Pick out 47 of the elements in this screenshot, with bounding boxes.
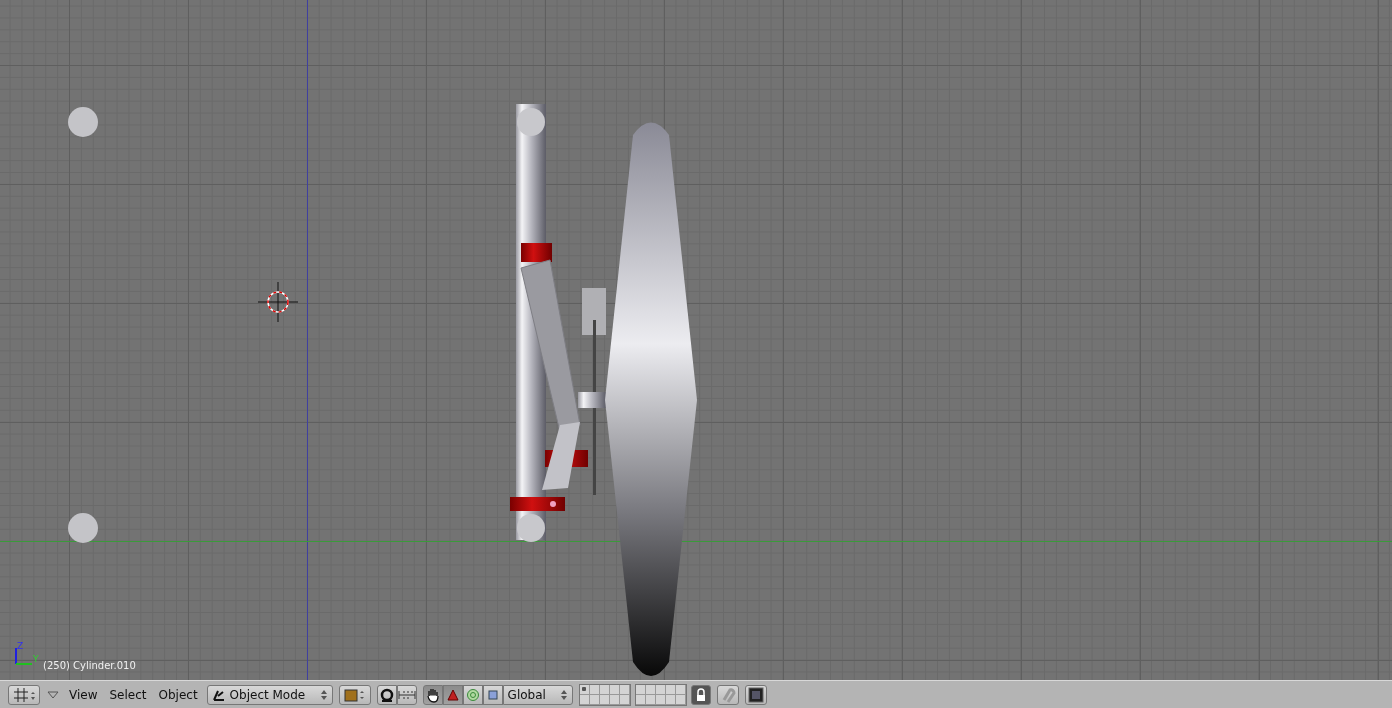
lock-icon: [694, 687, 707, 702]
object-info-text: (250) Cylinder.010: [43, 660, 136, 671]
collapse-triangle-icon[interactable]: [46, 689, 60, 700]
triangle-icon: [445, 687, 460, 702]
layer-button[interactable]: [655, 684, 666, 695]
rotate-toggle[interactable]: [462, 684, 483, 705]
updown-icon: [319, 688, 328, 701]
lamp-marker: [68, 107, 98, 137]
layer-button[interactable]: [599, 684, 610, 695]
menu-item[interactable]: View: [66, 687, 101, 702]
pivot-button[interactable]: [376, 684, 397, 705]
cursor-icon: [257, 281, 299, 323]
editor-type-button[interactable]: [8, 684, 40, 705]
layer-button[interactable]: [589, 684, 600, 695]
layer-button[interactable]: [675, 684, 686, 695]
menu-item[interactable]: Object: [155, 687, 201, 702]
square-icon: [487, 689, 498, 700]
layer-button[interactable]: [579, 684, 590, 695]
updown-icon: [559, 688, 568, 701]
hand-icon: [424, 686, 441, 703]
menu-item[interactable]: Select: [106, 687, 150, 702]
layer-button[interactable]: [645, 684, 656, 695]
mode-dropdown[interactable]: Object Mode: [206, 684, 333, 705]
dots-arrow-icon: [397, 688, 416, 701]
draw-type-button[interactable]: [338, 684, 371, 705]
axis-icon: [15, 647, 33, 665]
layer-button[interactable]: [579, 694, 590, 705]
render-button[interactable]: [744, 684, 767, 705]
manipulator-toggle[interactable]: [422, 684, 443, 705]
layer-button[interactable]: [665, 684, 676, 695]
axis-label: Z: [17, 641, 24, 651]
layer-button[interactable]: [619, 684, 630, 695]
layer-button[interactable]: [635, 694, 646, 705]
layer-button[interactable]: [609, 684, 620, 695]
ring-icon: [465, 687, 480, 702]
layer-button[interactable]: [635, 684, 646, 695]
axis-label: Y: [33, 654, 39, 664]
layer-lock-button[interactable]: [690, 684, 711, 705]
picture-icon: [747, 686, 764, 703]
snap-button[interactable]: [716, 684, 739, 705]
orientation-dropdown[interactable]: Global: [502, 684, 573, 705]
pivot-icon: [378, 686, 395, 703]
viewport-grid[interactable]: Z Y (250) Cylinder.010: [0, 0, 1392, 680]
lamp-marker: [68, 513, 98, 543]
translate-toggle[interactable]: [442, 684, 463, 705]
scale-toggle[interactable]: [482, 684, 503, 705]
grid-icon: [11, 685, 37, 704]
